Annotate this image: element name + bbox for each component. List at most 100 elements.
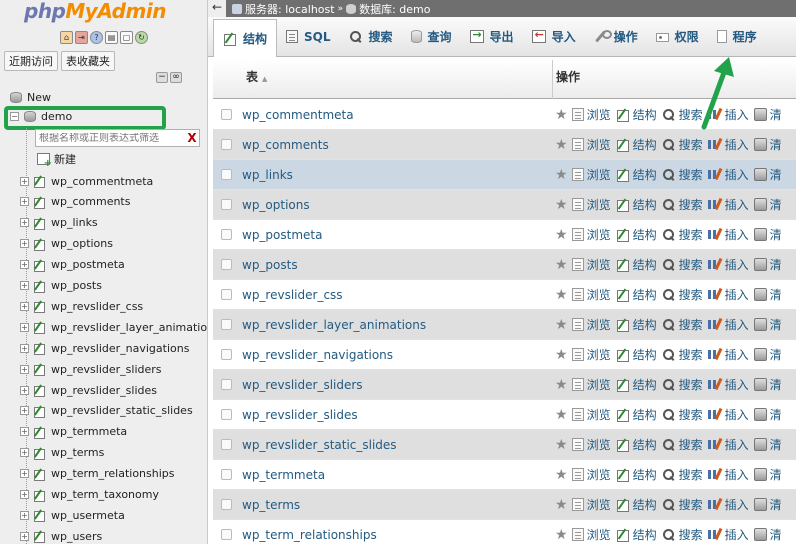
table-name-link[interactable]: wp_posts (242, 258, 555, 272)
empty-action[interactable]: 清 (753, 316, 782, 333)
favorite-star-icon[interactable]: ★ (555, 527, 568, 543)
search-action[interactable]: 搜索 (662, 436, 703, 453)
tree-item-table[interactable]: + wp_commentmeta (20, 173, 153, 189)
recent-button[interactable]: 近期访问 (4, 51, 58, 71)
row-checkbox[interactable] (221, 199, 232, 210)
expand-icon[interactable]: + (20, 490, 29, 499)
browse-action[interactable]: 浏览 (571, 226, 611, 243)
tree-item-table[interactable]: + wp_term_taxonomy (20, 487, 159, 503)
empty-action[interactable]: 清 (753, 196, 782, 213)
empty-action[interactable]: 清 (753, 106, 782, 123)
insert-action[interactable]: 插入 (707, 166, 749, 183)
structure-action[interactable]: 结构 (616, 226, 657, 243)
browse-action[interactable]: 浏览 (571, 346, 611, 363)
expand-icon[interactable]: + (20, 218, 29, 228)
row-checkbox[interactable] (221, 439, 232, 450)
insert-action[interactable]: 插入 (707, 196, 749, 213)
search-action[interactable]: 搜索 (662, 166, 703, 183)
table-name-link[interactable]: wp_links (242, 168, 555, 182)
browse-action[interactable]: 浏览 (571, 136, 611, 153)
structure-action[interactable]: 结构 (616, 106, 657, 123)
favorite-star-icon[interactable]: ★ (555, 257, 568, 273)
tree-item-table[interactable]: + wp_terms (20, 445, 104, 461)
table-name-link[interactable]: wp_postmeta (242, 228, 555, 242)
tab-ops[interactable]: 操作 (585, 20, 647, 54)
insert-action[interactable]: 插入 (707, 286, 749, 303)
exit-icon[interactable]: ⇥ (75, 31, 88, 44)
favorite-star-icon[interactable]: ★ (555, 467, 568, 483)
insert-action[interactable]: 插入 (707, 466, 749, 483)
table-name-link[interactable]: wp_revslider_layer_animations (242, 318, 555, 332)
insert-action[interactable]: 插入 (707, 526, 749, 543)
favorite-star-icon[interactable]: ★ (555, 497, 568, 513)
tree-item-table[interactable]: + wp_revslider_sliders (20, 361, 162, 377)
expand-icon[interactable]: + (20, 448, 29, 458)
expand-icon[interactable]: + (20, 260, 29, 270)
tree-item-table[interactable]: + wp_revslider_slides (20, 382, 157, 398)
empty-action[interactable]: 清 (753, 256, 782, 273)
table-name-link[interactable]: wp_terms (242, 498, 555, 512)
row-checkbox[interactable] (221, 409, 232, 420)
table-name-link[interactable]: wp_revslider_sliders (242, 378, 555, 392)
tree-item-table[interactable]: + wp_links (20, 215, 98, 231)
help-icon[interactable]: ? (90, 31, 103, 44)
expand-icon[interactable]: + (20, 322, 29, 332)
empty-action[interactable]: 清 (753, 496, 782, 513)
tab-export[interactable]: 导出 (461, 20, 523, 54)
favorite-star-icon[interactable]: ★ (555, 377, 568, 393)
settings-icon[interactable]: ▢ (120, 31, 133, 44)
docs-icon[interactable]: ▤ (105, 31, 118, 44)
empty-action[interactable]: 清 (753, 466, 782, 483)
search-action[interactable]: 搜索 (662, 196, 703, 213)
insert-action[interactable]: 插入 (707, 376, 749, 393)
browse-action[interactable]: 浏览 (571, 466, 611, 483)
search-action[interactable]: 搜索 (662, 256, 703, 273)
back-icon[interactable]: ← (208, 0, 226, 17)
row-checkbox[interactable] (221, 169, 232, 180)
table-name-link[interactable]: wp_revslider_navigations (242, 348, 555, 362)
tab-search[interactable]: 搜索 (340, 20, 402, 54)
insert-action[interactable]: 插入 (707, 436, 749, 453)
structure-action[interactable]: 结构 (616, 406, 657, 423)
favorite-star-icon[interactable]: ★ (555, 287, 568, 303)
browse-action[interactable]: 浏览 (571, 376, 611, 393)
insert-action[interactable]: 插入 (707, 316, 749, 333)
expand-icon[interactable]: + (20, 427, 29, 437)
table-name-link[interactable]: wp_comments (242, 138, 555, 152)
browse-action[interactable]: 浏览 (571, 256, 611, 273)
tree-item-new-db[interactable]: New (10, 91, 51, 104)
browse-action[interactable]: 浏览 (571, 286, 611, 303)
insert-action[interactable]: 插入 (707, 136, 749, 153)
tab-structure[interactable]: 结构 (213, 19, 278, 57)
tab-sql[interactable]: SQL (277, 20, 340, 54)
expand-icon[interactable]: + (20, 385, 29, 395)
row-checkbox[interactable] (221, 319, 232, 330)
expand-icon[interactable]: + (20, 469, 29, 479)
row-checkbox[interactable] (221, 259, 232, 270)
table-name-link[interactable]: wp_options (242, 198, 555, 212)
link-icon[interactable]: ∞ (170, 72, 182, 83)
insert-action[interactable]: 插入 (707, 406, 749, 423)
empty-action[interactable]: 清 (753, 166, 782, 183)
expand-icon[interactable]: + (20, 531, 29, 541)
row-checkbox[interactable] (221, 379, 232, 390)
tree-item-table[interactable]: + wp_usermeta (20, 507, 125, 523)
favorite-star-icon[interactable]: ★ (555, 197, 568, 213)
structure-action[interactable]: 结构 (616, 136, 657, 153)
tab-routine[interactable]: 程序 (708, 20, 766, 54)
search-action[interactable]: 搜索 (662, 406, 703, 423)
search-action[interactable]: 搜索 (662, 316, 703, 333)
tree-item-table[interactable]: + wp_revslider_static_slides (20, 403, 193, 419)
table-name-link[interactable]: wp_revslider_static_slides (242, 438, 555, 452)
row-checkbox[interactable] (221, 349, 232, 360)
tree-item-table[interactable]: + wp_revslider_layer_animations (20, 319, 207, 335)
tree-item-table[interactable]: + wp_term_relationships (20, 466, 175, 482)
insert-action[interactable]: 插入 (707, 226, 749, 243)
tree-item-table[interactable]: + wp_posts (20, 278, 102, 294)
structure-action[interactable]: 结构 (616, 166, 657, 183)
empty-action[interactable]: 清 (753, 346, 782, 363)
reload-icon[interactable]: ↻ (135, 31, 148, 44)
row-checkbox[interactable] (221, 529, 232, 540)
expand-icon[interactable]: + (20, 197, 29, 207)
favorite-star-icon[interactable]: ★ (555, 347, 568, 363)
